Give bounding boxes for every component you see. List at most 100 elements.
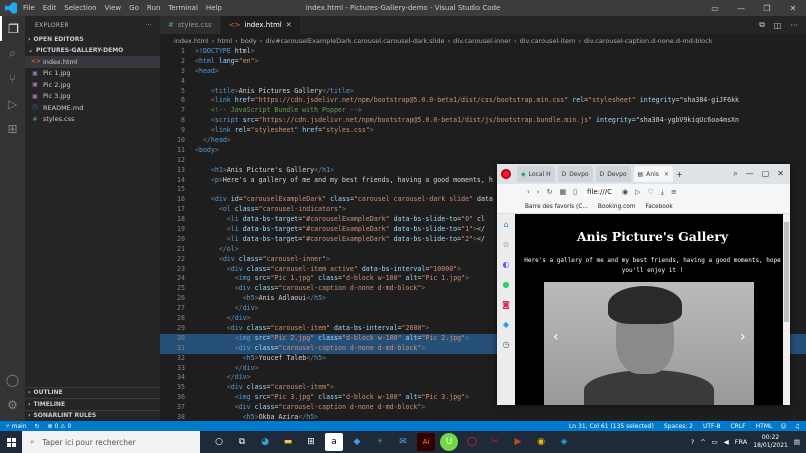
code-line[interactable]: 7 <!-- JavaScript Bundle with Popper --> bbox=[160, 106, 806, 116]
menu-item-terminal[interactable]: Terminal bbox=[168, 4, 198, 12]
extensions-icon[interactable]: ⊞ bbox=[0, 116, 25, 141]
menu-item-help[interactable]: Help bbox=[206, 4, 222, 12]
menu-item-file[interactable]: File bbox=[23, 4, 35, 12]
search-icon[interactable]: ⌕ bbox=[0, 41, 25, 66]
bookmark-facebook[interactable]: Facebook bbox=[645, 204, 672, 210]
close-tab-icon[interactable]: ✕ bbox=[286, 21, 292, 29]
snip-icon[interactable]: ✂ bbox=[486, 433, 504, 451]
opera-taskbar-icon[interactable]: ◯ bbox=[463, 433, 481, 451]
close-button[interactable]: ✕ bbox=[777, 169, 784, 179]
browser-tab[interactable]: ◆ Local H bbox=[517, 166, 555, 182]
gear-icon[interactable]: ⚙ bbox=[0, 392, 25, 417]
tab-index-html[interactable]: <> index.html ✕ bbox=[220, 16, 301, 34]
breadcrumb-item[interactable]: html bbox=[217, 37, 232, 45]
bookmark-booking[interactable]: Booking.com bbox=[598, 204, 636, 210]
close-tab-icon[interactable]: ✕ bbox=[664, 171, 669, 178]
code-line[interactable]: 38 <h5>Okba Azira</h5> bbox=[160, 413, 806, 421]
code-line[interactable]: 1 <!DOCTYPE html> bbox=[160, 47, 806, 57]
illustrator-icon[interactable]: Ai bbox=[417, 433, 435, 451]
close-button[interactable]: ✕ bbox=[780, 0, 806, 16]
taskbar-search[interactable]: ⌕ Taper ici pour rechercher bbox=[22, 431, 200, 453]
file-item[interactable]: # styles.css bbox=[25, 114, 160, 126]
menu-item-edit[interactable]: Edit bbox=[43, 4, 57, 12]
powerpoint-icon[interactable]: ▶ bbox=[509, 433, 527, 451]
reload-icon[interactable]: ↻ bbox=[547, 188, 553, 196]
back-icon[interactable]: ‹ bbox=[527, 188, 530, 196]
language-indicator[interactable]: FRA bbox=[735, 438, 747, 446]
instagram-icon[interactable]: ◙ bbox=[502, 300, 510, 309]
opera-logo-icon[interactable] bbox=[501, 169, 511, 179]
breadcrumb-item[interactable]: index.html bbox=[174, 37, 209, 45]
split-editor-icon[interactable]: ◫ bbox=[774, 21, 782, 30]
code-line[interactable]: 2 <html lang="en"> bbox=[160, 57, 806, 67]
url-field[interactable]: file:///C bbox=[583, 187, 615, 197]
search-icon[interactable]: ⌕ bbox=[733, 169, 737, 179]
browser-tab[interactable]: D Devpo bbox=[557, 166, 593, 182]
download-icon[interactable]: ⤓ bbox=[661, 188, 664, 197]
camera-icon[interactable]: ◉ bbox=[622, 188, 628, 196]
carousel-prev-button[interactable]: ‹ bbox=[553, 329, 559, 345]
clock[interactable]: 00:22 18/01/2021 bbox=[753, 434, 788, 450]
browser-tab[interactable]: D Devpo bbox=[595, 166, 631, 182]
code-line[interactable]: 3 <head> bbox=[160, 67, 806, 77]
maximize-button[interactable]: ❐ bbox=[754, 0, 780, 16]
grid-icon[interactable]: ▦ bbox=[560, 188, 567, 196]
messenger-icon[interactable]: ◐ bbox=[503, 260, 510, 269]
cortana-icon[interactable]: ○ bbox=[210, 433, 228, 451]
feedback-icon[interactable]: ☺ bbox=[780, 423, 786, 430]
upwork-icon[interactable]: U bbox=[440, 433, 458, 451]
run-debug-icon[interactable]: ▷ bbox=[0, 91, 25, 116]
status-item[interactable]: Ln 31, Col 61 (135 selected) bbox=[569, 423, 654, 430]
chrome-icon[interactable]: ◉ bbox=[532, 433, 550, 451]
explorer-folder-icon[interactable]: ▬ bbox=[279, 433, 297, 451]
history-icon[interactable]: ◷ bbox=[503, 340, 510, 349]
new-tab-icon[interactable]: + bbox=[676, 170, 683, 179]
breadcrumb-item[interactable]: body bbox=[241, 37, 257, 45]
store-icon[interactable]: ⊞ bbox=[302, 433, 320, 451]
forward-icon[interactable]: › bbox=[537, 188, 540, 196]
windows-start-button[interactable] bbox=[0, 431, 22, 453]
help-icon[interactable]: ? bbox=[691, 438, 694, 446]
code-line[interactable]: 10 </head> bbox=[160, 136, 806, 146]
project-section[interactable]: ⌄ PICTURES-GALLERY-DEMO bbox=[25, 45, 160, 56]
twitter-icon[interactable]: ◆ bbox=[503, 320, 509, 329]
problems-indicator[interactable]: ⊗ 0 ⚠ 0 bbox=[48, 423, 72, 430]
edge-icon[interactable]: ◕ bbox=[256, 433, 274, 451]
file-item[interactable]: <> index.html bbox=[25, 56, 160, 68]
menu-item-run[interactable]: Run bbox=[147, 4, 160, 12]
source-control-icon[interactable]: ⑂ bbox=[0, 66, 25, 91]
file-item[interactable]: ▣ Pic 3.jpg bbox=[25, 91, 160, 103]
status-item[interactable]: UTF-8 bbox=[703, 423, 721, 430]
menu-item-selection[interactable]: Selection bbox=[64, 4, 96, 12]
dropbox-icon[interactable]: ◆ bbox=[348, 433, 366, 451]
carousel-next-button[interactable]: › bbox=[740, 329, 746, 345]
maximize-button[interactable]: ▢ bbox=[762, 169, 770, 179]
status-item[interactable]: HTML bbox=[756, 423, 773, 430]
code-line[interactable]: 11 <body> bbox=[160, 146, 806, 156]
notifications-icon[interactable]: ▤ bbox=[794, 438, 800, 446]
bookmark-favorites[interactable]: Barre des favoris (C... bbox=[525, 204, 588, 210]
file-item[interactable]: ▣ Pic 2.jpg bbox=[25, 79, 160, 91]
status-item[interactable]: CRLF bbox=[730, 423, 745, 430]
breadcrumb-item[interactable]: div.carousel-caption.d-none.d-md-block bbox=[584, 37, 713, 45]
heart-icon[interactable]: ♡ bbox=[647, 188, 653, 196]
app-icon[interactable]: ⚡ bbox=[371, 433, 389, 451]
open-editors-section[interactable]: › OPEN EDITORS bbox=[25, 34, 160, 45]
network-icon[interactable]: ▭ bbox=[712, 438, 718, 446]
layout-icon[interactable]: ▭ bbox=[702, 0, 728, 16]
breadcrumb-item[interactable]: div.carousel-inner bbox=[453, 37, 511, 45]
home-icon[interactable]: ⌂ bbox=[503, 220, 508, 229]
branch-indicator[interactable]: ⑂ main bbox=[6, 423, 27, 430]
minimize-button[interactable]: — bbox=[728, 0, 754, 16]
task-view-icon[interactable]: ⧉ bbox=[233, 433, 251, 451]
tab-styles-css[interactable]: # styles.css bbox=[160, 16, 221, 34]
code-line[interactable]: 4 bbox=[160, 77, 806, 87]
star-icon[interactable]: ☆ bbox=[502, 240, 509, 249]
open-preview-icon[interactable]: ⧉ bbox=[759, 20, 765, 30]
status-item[interactable]: Spaces: 2 bbox=[664, 423, 693, 430]
whatsapp-icon[interactable]: ● bbox=[503, 280, 510, 289]
code-line[interactable]: 8 <script src="https://cdn.jsdelivr.net/… bbox=[160, 116, 806, 126]
file-item[interactable]: ⓘ README.md bbox=[25, 102, 160, 114]
minimize-button[interactable]: — bbox=[746, 169, 754, 179]
menu-icon[interactable]: ≡ bbox=[671, 188, 677, 196]
